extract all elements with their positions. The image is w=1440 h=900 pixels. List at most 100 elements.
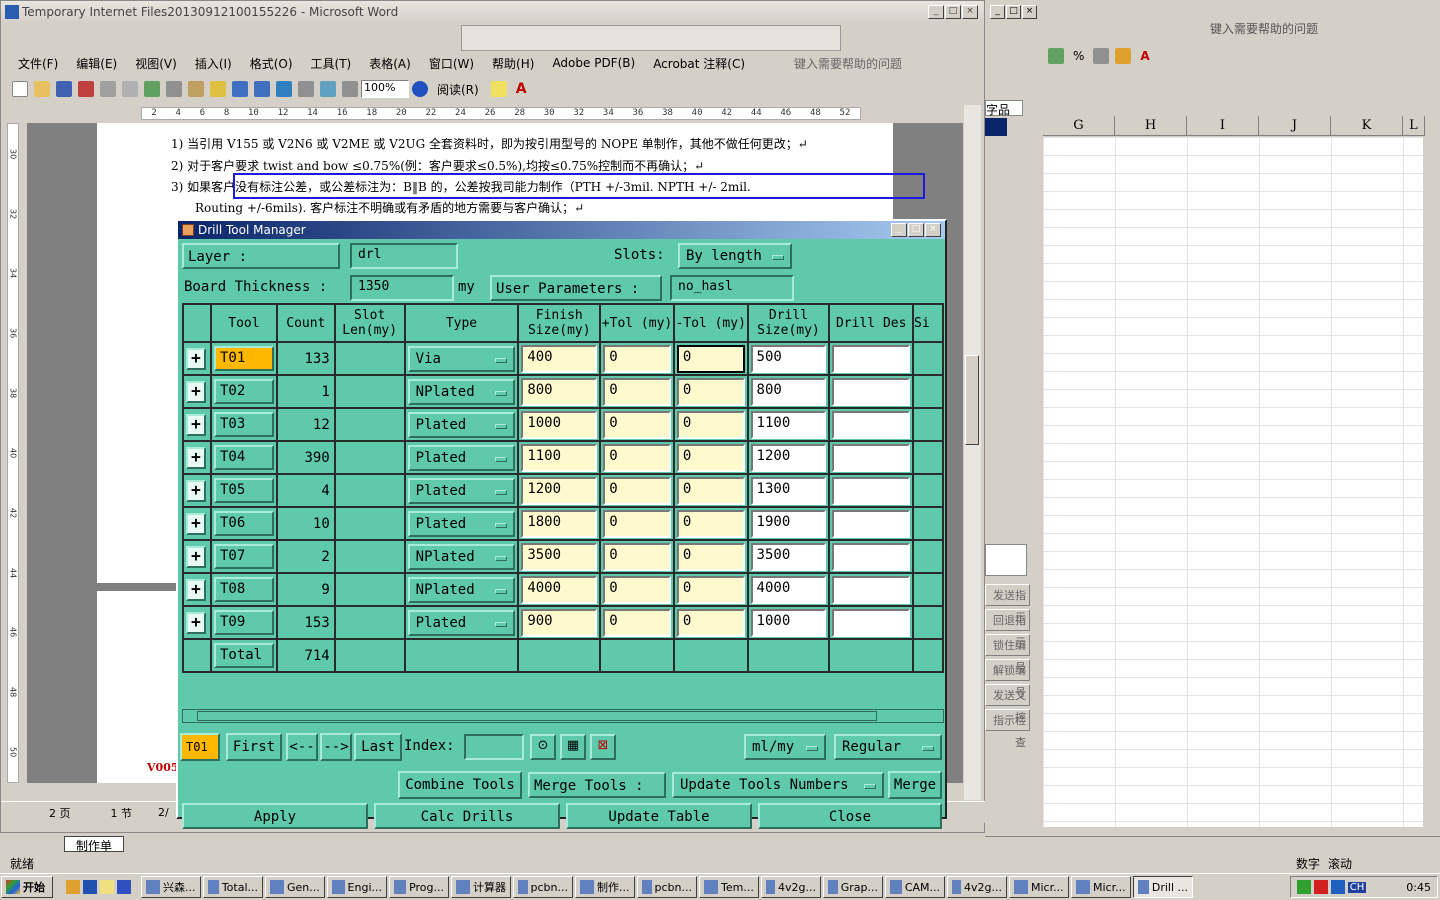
lock-number-button[interactable]: 锁住编号: [985, 634, 1030, 674]
drill-size-input[interactable]: 1200: [750, 443, 827, 472]
minus-tol-input[interactable]: 0: [676, 476, 745, 505]
update-table-button[interactable]: Update Table: [566, 803, 752, 829]
tray-language[interactable]: CH: [1347, 881, 1367, 893]
taskbar-button[interactable]: 计算器: [451, 876, 511, 898]
print-icon[interactable]: [100, 81, 116, 97]
find-icon[interactable]: ⊙: [530, 734, 556, 760]
minus-tol-input[interactable]: 0: [676, 410, 745, 439]
columns-icon[interactable]: [320, 81, 336, 97]
drill-des-input[interactable]: [832, 509, 911, 538]
row-plus-icon[interactable]: +: [186, 479, 206, 502]
taskbar-button[interactable]: Engi...: [327, 876, 387, 898]
drill-size-input[interactable]: 800: [750, 377, 827, 406]
plus-tol-input[interactable]: 0: [603, 542, 671, 571]
taskbar-button[interactable]: Micr...: [1009, 876, 1069, 898]
tool-button[interactable]: T08: [213, 577, 274, 602]
type-dropdown[interactable]: NPlated: [407, 378, 516, 405]
menu-acrobat[interactable]: Acrobat 注释(C): [653, 55, 745, 72]
menu-view[interactable]: 视图(V): [135, 55, 177, 72]
tray-icon-2[interactable]: [1313, 880, 1328, 894]
plus-tol-input[interactable]: 0: [603, 410, 671, 439]
tool-button[interactable]: T07: [213, 544, 274, 569]
minus-tol-input[interactable]: 0: [676, 608, 745, 637]
update-tools-numbers-dropdown[interactable]: Update Tools Numbers: [672, 772, 884, 798]
col-header-h[interactable]: H: [1115, 116, 1187, 136]
print-preview-icon[interactable]: [122, 81, 138, 97]
format-painter-icon[interactable]: [210, 81, 226, 97]
tool-button[interactable]: T02: [213, 379, 274, 404]
finish-size-input[interactable]: 800: [521, 377, 598, 406]
taskbar-button[interactable]: pcbn...: [637, 876, 697, 898]
minus-tol-input[interactable]: 0: [676, 377, 745, 406]
taskbar-button[interactable]: Gen...: [265, 876, 325, 898]
dialog-minimize-button[interactable]: _: [891, 223, 907, 237]
finish-size-input[interactable]: 1100: [521, 443, 598, 472]
mode-dropdown[interactable]: Regular: [834, 734, 942, 760]
taskbar-button[interactable]: Drill ...: [1133, 876, 1193, 898]
slots-dropdown[interactable]: By length: [678, 243, 792, 269]
drill-size-input[interactable]: 500: [750, 344, 827, 373]
drill-size-input[interactable]: 1300: [750, 476, 827, 505]
taskbar-button[interactable]: 4v2g...: [761, 876, 821, 898]
tool-button[interactable]: T04: [213, 445, 274, 470]
units-dropdown[interactable]: ml/my: [744, 734, 826, 760]
row-plus-icon[interactable]: +: [186, 512, 206, 535]
taskbar-button[interactable]: Prog...: [389, 876, 449, 898]
row-plus-icon[interactable]: +: [186, 611, 206, 634]
save-icon[interactable]: [56, 81, 72, 97]
drill-size-input[interactable]: 1100: [750, 410, 827, 439]
close-dialog-button[interactable]: Close: [758, 803, 942, 829]
tool-button[interactable]: T01: [213, 346, 274, 371]
type-dropdown[interactable]: Plated: [407, 477, 516, 504]
fill-color-icon[interactable]: [1115, 48, 1132, 64]
excel-small-input[interactable]: [985, 544, 1027, 576]
help-icon[interactable]: [412, 81, 428, 97]
menu-edit[interactable]: 编辑(E): [76, 55, 117, 72]
delete-icon[interactable]: ⊠: [590, 734, 616, 760]
drill-des-input[interactable]: [832, 443, 911, 472]
col-header-g[interactable]: G: [1043, 116, 1115, 136]
taskbar-button[interactable]: Tem...: [699, 876, 759, 898]
undo-icon[interactable]: [232, 81, 248, 97]
indent-icon[interactable]: [1093, 48, 1110, 64]
minus-tol-input[interactable]: 0: [676, 509, 745, 538]
zoom-select[interactable]: 100%: [361, 80, 409, 98]
cut-icon[interactable]: [166, 81, 182, 97]
return-instruction-button[interactable]: 回退指示: [985, 609, 1030, 649]
quicklaunch-icon-4[interactable]: [117, 880, 131, 894]
col-header-k[interactable]: K: [1331, 116, 1403, 136]
finish-size-input[interactable]: 3500: [521, 542, 598, 571]
menu-file[interactable]: 文件(F): [18, 55, 58, 72]
read-mode-button[interactable]: 阅读(R): [437, 81, 479, 98]
tool-button[interactable]: T05: [213, 478, 274, 503]
col-header-i[interactable]: I: [1187, 116, 1259, 136]
type-dropdown[interactable]: Plated: [407, 444, 516, 471]
redo-icon[interactable]: [254, 81, 270, 97]
finish-size-input[interactable]: 1800: [521, 509, 598, 538]
menu-adobe-pdf[interactable]: Adobe PDF(B): [552, 56, 635, 70]
finish-size-input[interactable]: 400: [521, 344, 598, 373]
maximize-button[interactable]: □: [945, 5, 961, 19]
layer-input[interactable]: drl: [350, 243, 458, 269]
unlock-number-button[interactable]: 解锁编号: [985, 659, 1030, 699]
type-dropdown[interactable]: Plated: [407, 510, 516, 537]
dialog-close-icon[interactable]: ×: [925, 223, 941, 237]
row-plus-icon[interactable]: +: [186, 545, 206, 568]
percent-icon[interactable]: %: [1073, 49, 1084, 63]
paste-icon[interactable]: [188, 81, 204, 97]
minimize-button[interactable]: _: [928, 5, 944, 19]
tool-button[interactable]: T09: [213, 610, 274, 635]
spelling-icon[interactable]: [144, 81, 160, 97]
scroll-thumb[interactable]: [965, 355, 979, 445]
row-plus-icon[interactable]: +: [186, 446, 206, 469]
tray-icon-3[interactable]: [1330, 880, 1345, 894]
minus-tol-input[interactable]: 0: [676, 542, 745, 571]
new-icon[interactable]: [12, 81, 28, 97]
minimize-button[interactable]: _: [990, 5, 1005, 19]
minus-tol-input[interactable]: 0: [676, 443, 745, 472]
instruction-check-button[interactable]: 指示检查: [985, 709, 1030, 749]
word-vertical-scrollbar[interactable]: [964, 105, 981, 800]
menu-help[interactable]: 帮助(H): [492, 55, 534, 72]
first-button[interactable]: First: [226, 733, 282, 761]
quicklaunch-icon-2[interactable]: [83, 880, 97, 894]
